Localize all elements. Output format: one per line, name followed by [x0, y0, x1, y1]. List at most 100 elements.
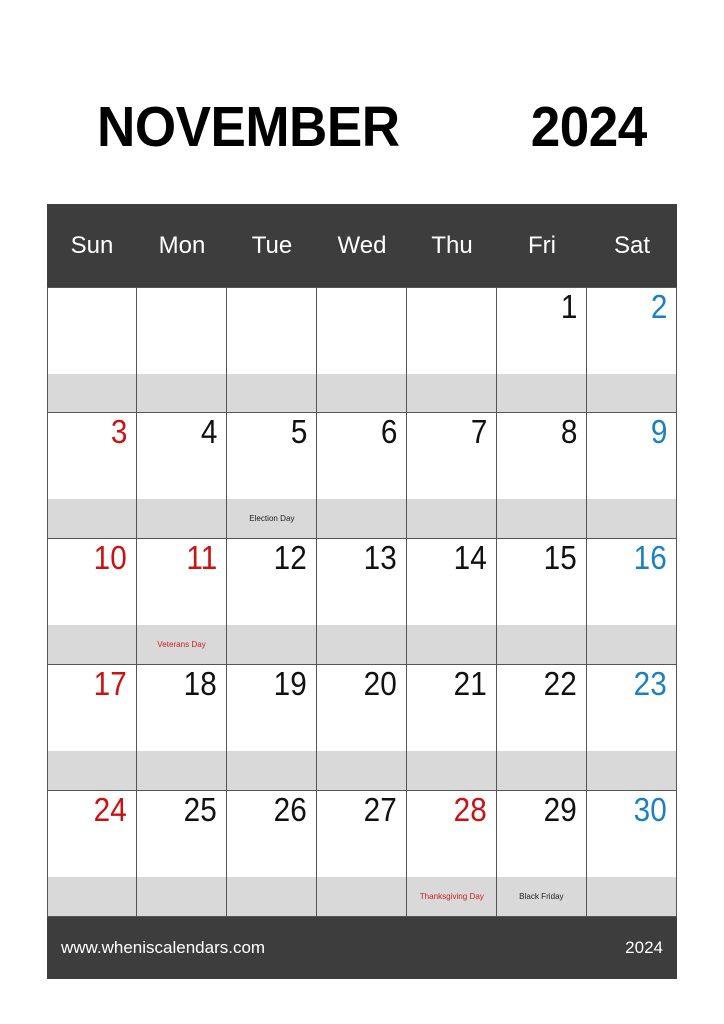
title-year: 2024 — [530, 94, 648, 159]
day-cell[interactable]: 16 — [587, 539, 677, 664]
weekday-header-sun: Sun — [70, 231, 114, 259]
day-cell[interactable]: 4 — [137, 413, 227, 538]
day-cell[interactable]: 12 — [227, 539, 317, 664]
day-number: 19 — [273, 665, 307, 702]
footer-website-link[interactable]: www.wheniscalendars.com — [61, 938, 265, 958]
day-number-area: 12 — [227, 539, 316, 625]
event-band — [48, 877, 136, 916]
day-cell[interactable]: 9 — [587, 413, 677, 538]
day-cell[interactable]: 1 — [497, 288, 587, 412]
day-cell[interactable]: 17 — [47, 665, 137, 790]
day-number: 4 — [200, 413, 217, 450]
day-cell[interactable]: 29 Black Friday — [497, 791, 587, 916]
day-cell[interactable]: 23 — [587, 665, 677, 790]
calendar-weeks: 1 2 3 4 5 Election Day 6 7 8 9 10 11 Veterans Day 12 1… — [47, 287, 677, 917]
day-number: 21 — [453, 665, 487, 702]
day-cell[interactable]: 7 — [407, 413, 497, 538]
day-cell[interactable]: 19 — [227, 665, 317, 790]
day-number-area — [407, 288, 496, 374]
day-cell[interactable]: 5 Election Day — [227, 413, 317, 538]
day-cell[interactable]: 25 — [137, 791, 227, 916]
event-band — [227, 374, 316, 412]
day-number: 12 — [273, 539, 307, 576]
event-band — [137, 374, 226, 412]
day-cell[interactable]: 18 — [137, 665, 227, 790]
event-band — [497, 625, 586, 664]
day-number: 10 — [93, 539, 127, 576]
day-cell[interactable]: 6 — [317, 413, 407, 538]
event-band — [317, 374, 406, 412]
day-number: 29 — [543, 791, 577, 828]
calendar-week-row: 10 11 Veterans Day 12 13 14 15 16 — [47, 539, 677, 665]
day-cell-empty — [47, 288, 137, 412]
event-band — [497, 374, 586, 412]
day-number-area: 4 — [137, 413, 226, 499]
day-number-area: 28 — [407, 791, 496, 877]
day-number: 8 — [560, 413, 577, 450]
day-cell[interactable]: 11 Veterans Day — [137, 539, 227, 664]
day-cell[interactable]: 24 — [47, 791, 137, 916]
day-number: 25 — [183, 791, 217, 828]
weekday-header-wed: Wed — [337, 231, 387, 259]
event-band: Black Friday — [497, 877, 586, 916]
event-band — [587, 499, 676, 538]
calendar-title: NOVEMBER 2024 — [97, 92, 647, 162]
day-cell[interactable]: 2 — [587, 288, 677, 412]
day-number: 30 — [633, 791, 667, 828]
day-cell[interactable]: 14 — [407, 539, 497, 664]
day-number-area: 17 — [48, 665, 136, 751]
day-number-area: 18 — [137, 665, 226, 751]
day-number-area — [227, 288, 316, 374]
day-cell[interactable]: 15 — [497, 539, 587, 664]
day-cell[interactable]: 13 — [317, 539, 407, 664]
event-band — [317, 625, 406, 664]
day-number: 13 — [363, 539, 397, 576]
day-cell[interactable]: 30 — [587, 791, 677, 916]
event-band — [587, 751, 676, 790]
day-cell[interactable]: 3 — [47, 413, 137, 538]
day-number-area: 19 — [227, 665, 316, 751]
day-number: 6 — [380, 413, 397, 450]
day-cell[interactable]: 27 — [317, 791, 407, 916]
day-number-area: 27 — [317, 791, 406, 877]
day-number-area: 23 — [587, 665, 676, 751]
event-band — [227, 751, 316, 790]
day-number-area: 2 — [587, 288, 676, 374]
footer-year: 2024 — [625, 938, 663, 957]
event-band — [317, 499, 406, 538]
day-cell[interactable]: 28 Thanksgiving Day — [407, 791, 497, 916]
day-number-area: 21 — [407, 665, 496, 751]
event-band — [497, 499, 586, 538]
day-cell[interactable]: 21 — [407, 665, 497, 790]
day-cell[interactable]: 20 — [317, 665, 407, 790]
event-band — [587, 625, 676, 664]
day-cell[interactable]: 26 — [227, 791, 317, 916]
day-number: 9 — [650, 413, 667, 450]
day-number-area: 29 — [497, 791, 586, 877]
calendar-week-row: 3 4 5 Election Day 6 7 8 9 — [47, 413, 677, 539]
calendar-week-row: 24 25 26 27 28 Thanksgiving Day 29 Black Friday… — [47, 791, 677, 917]
event-label: Black Friday — [519, 890, 564, 901]
day-number-area — [137, 288, 226, 374]
event-band — [227, 877, 316, 916]
day-number-area: 22 — [497, 665, 586, 751]
day-cell-empty — [407, 288, 497, 412]
day-cell[interactable]: 10 — [47, 539, 137, 664]
day-number-area: 3 — [48, 413, 136, 499]
day-number: 3 — [110, 413, 127, 450]
day-number: 5 — [290, 413, 307, 450]
weekday-header-tue: Tue — [251, 231, 293, 259]
day-number: 18 — [183, 665, 217, 702]
event-band — [407, 751, 496, 790]
day-cell[interactable]: 8 — [497, 413, 587, 538]
day-cell-empty — [317, 288, 407, 412]
event-band — [317, 751, 406, 790]
day-cell[interactable]: 22 — [497, 665, 587, 790]
title-month: NOVEMBER — [97, 94, 400, 159]
event-label: Election Day — [248, 512, 295, 523]
day-number-area: 9 — [587, 413, 676, 499]
day-number-area: 16 — [587, 539, 676, 625]
event-band — [227, 625, 316, 664]
day-number: 14 — [453, 539, 487, 576]
day-number-area: 1 — [497, 288, 586, 374]
